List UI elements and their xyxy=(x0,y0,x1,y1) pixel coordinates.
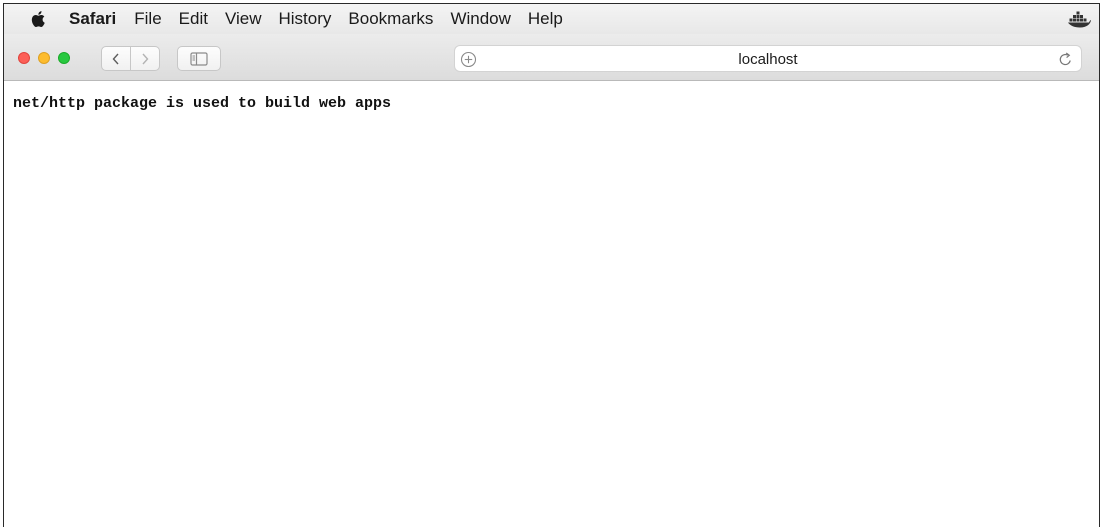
menu-safari[interactable]: Safari xyxy=(69,9,116,29)
chevron-right-icon xyxy=(142,53,149,64)
zoom-window-button[interactable] xyxy=(58,52,70,64)
reload-icon[interactable] xyxy=(1058,51,1073,67)
sidebar-icon xyxy=(190,51,208,66)
browser-toolbar: localhost xyxy=(4,34,1099,81)
back-button[interactable] xyxy=(101,46,131,71)
menu-bookmarks[interactable]: Bookmarks xyxy=(348,9,433,29)
docker-whale-icon[interactable] xyxy=(1067,9,1091,29)
close-window-button[interactable] xyxy=(18,52,30,64)
apple-logo-icon[interactable] xyxy=(29,9,49,29)
menu-bar: Safari File Edit View History Bookmarks … xyxy=(4,4,1099,34)
chevron-left-icon xyxy=(112,53,119,64)
menu-history[interactable]: History xyxy=(279,9,332,29)
menu-file[interactable]: File xyxy=(134,9,161,29)
menu-window[interactable]: Window xyxy=(450,9,510,29)
address-bar[interactable]: localhost xyxy=(454,45,1082,72)
menu-view[interactable]: View xyxy=(225,9,262,29)
sidebar-toggle-button[interactable] xyxy=(177,46,221,71)
menu-help[interactable]: Help xyxy=(528,9,563,29)
page-body-text: net/http package is used to build web ap… xyxy=(13,95,392,112)
forward-button[interactable] xyxy=(130,46,160,71)
menu-edit[interactable]: Edit xyxy=(179,9,208,29)
url-text[interactable]: localhost xyxy=(455,51,1081,68)
minimize-window-button[interactable] xyxy=(38,52,50,64)
web-content-area: net/http package is used to build web ap… xyxy=(4,82,1099,527)
safari-window: Safari File Edit View History Bookmarks … xyxy=(3,3,1100,527)
